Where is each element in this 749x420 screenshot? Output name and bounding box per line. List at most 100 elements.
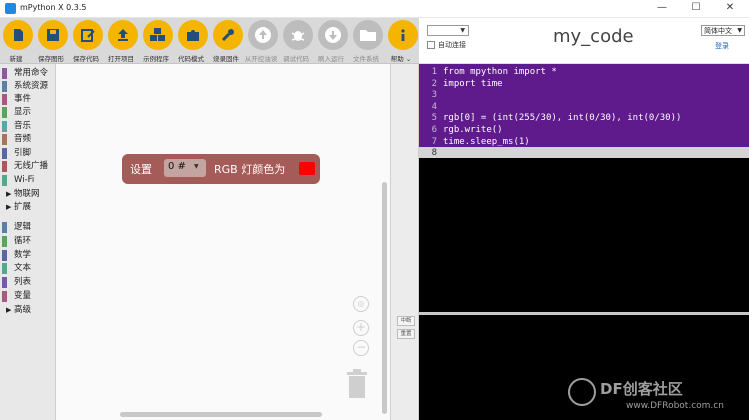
category-item[interactable]: 循环 <box>0 235 56 248</box>
category-label: 循环 <box>14 236 32 246</box>
code-text: from mpython import * <box>443 67 557 77</box>
category-item[interactable]: 列表 <box>0 276 56 289</box>
category-item[interactable]: 音乐 <box>0 120 56 133</box>
code-line[interactable]: 3 <box>419 89 749 101</box>
login-link[interactable]: 登录 <box>715 41 729 51</box>
flash-run-button[interactable]: 刷入运行 <box>315 20 351 64</box>
code-text: rgb[0] = (int(255/30), int(0/30), int(0/… <box>443 113 682 124</box>
save-graphic-button[interactable]: 保存图形 <box>35 20 71 64</box>
edit-code-icon <box>81 29 95 42</box>
save-code-button[interactable]: 保存代码 <box>70 20 106 64</box>
editor-empty-area[interactable] <box>419 158 749 312</box>
auto-connect-label: 自动连接 <box>438 41 466 49</box>
category-color-bar <box>2 94 7 105</box>
category-item[interactable]: 数学 <box>0 249 56 262</box>
code-line[interactable]: 4 <box>419 101 749 113</box>
checkbox-icon <box>427 41 435 49</box>
category-item[interactable]: 系统资源 <box>0 80 56 93</box>
category-item[interactable]: 引脚 <box>0 147 56 160</box>
category-color-bar <box>2 277 7 288</box>
category-label: 音乐 <box>14 121 32 131</box>
line-number: 1 <box>431 67 437 77</box>
category-label: 高级 <box>14 305 32 315</box>
line-number: 6 <box>431 125 437 135</box>
code-line[interactable]: 6 rgb.write() <box>419 124 749 136</box>
led-index-dropdown[interactable]: 0 # ▼ <box>164 159 206 177</box>
open-project-button[interactable]: 打开项目 <box>105 20 141 64</box>
port-select[interactable]: ▼ <box>427 25 469 36</box>
expand-triangle-icon: ▶ <box>6 203 12 211</box>
language-select[interactable]: 简体中文 ▼ <box>701 25 745 36</box>
wrench-icon <box>221 29 234 42</box>
category-color-bar <box>2 175 7 186</box>
debug-code-button[interactable]: 调试代码 <box>280 20 316 64</box>
line-number: 2 <box>431 78 437 89</box>
help-button[interactable]: 帮助 ⌄ <box>385 20 421 64</box>
code-line[interactable]: 1 from mpython import * <box>419 66 749 78</box>
recenter-icon[interactable]: ◎ <box>353 296 369 312</box>
blocks-workspace[interactable]: 设置 0 # ▼ RGB 灯颜色为 ◎ + − <box>56 64 390 420</box>
category-color-bar <box>2 222 7 233</box>
category-color-bar <box>2 134 7 145</box>
read-from-board-button[interactable]: 从开控油读 <box>245 20 281 64</box>
code-mode-button[interactable]: 代码模式 <box>175 20 211 64</box>
info-icon <box>401 29 405 41</box>
category-item[interactable]: 事件 <box>0 93 56 106</box>
zoom-in-icon[interactable]: + <box>353 320 369 336</box>
workspace-vertical-scrollbar[interactable] <box>382 182 387 414</box>
chevron-down-icon: ▼ <box>737 27 742 34</box>
category-color-bar <box>2 250 7 261</box>
upload-circle-icon <box>255 27 271 43</box>
minimize-button[interactable]: — <box>645 0 679 18</box>
category-item[interactable]: ▶ 物联网 <box>0 188 56 201</box>
new-button[interactable]: 新建 <box>0 20 36 64</box>
category-color-bar <box>2 81 7 92</box>
save-icon <box>47 29 59 41</box>
category-item[interactable]: 常用命令 <box>0 67 56 80</box>
category-item[interactable]: 逻辑 <box>0 221 56 234</box>
file-system-button[interactable]: 文件系统 <box>350 20 386 64</box>
category-item[interactable]: ▶ 扩展 <box>0 201 56 214</box>
category-item[interactable]: ▶ 高级 <box>0 304 56 317</box>
file-name[interactable]: my_code <box>553 26 634 47</box>
zoom-out-icon[interactable]: − <box>353 340 369 356</box>
editor-header: ▼ 自动连接 my_code 简体中文 ▼ 登录 <box>419 18 749 64</box>
category-item[interactable]: 变量 <box>0 290 56 303</box>
category-item[interactable]: 音频 <box>0 133 56 146</box>
expand-triangle-icon: ▶ <box>6 306 12 314</box>
reset-button[interactable]: 重置 <box>397 329 415 339</box>
code-editor[interactable]: 1 from mpython import * 2 import time 3 4 5 rgb… <box>419 64 749 160</box>
bug-icon <box>291 31 305 41</box>
category-item[interactable]: 文本 <box>0 262 56 275</box>
code-text: time.sleep_ms(1) <box>443 136 530 147</box>
examples-button[interactable]: 示例程序 <box>140 20 176 64</box>
code-line[interactable]: 5 rgb[0] = (int(255/30), int(0/30), int(0… <box>419 112 749 124</box>
category-item[interactable]: 无线广播 <box>0 160 56 173</box>
category-item[interactable]: Wi-Fi <box>0 174 56 187</box>
cubes-icon <box>150 28 165 41</box>
download-circle-icon <box>325 27 341 43</box>
category-label: 引脚 <box>14 148 32 158</box>
set-rgb-block[interactable]: 设置 0 # ▼ RGB 灯颜色为 <box>122 154 320 184</box>
upload-icon <box>118 29 128 41</box>
stop-button[interactable]: 中断 <box>397 316 415 326</box>
maximize-button[interactable]: ☐ <box>679 0 713 18</box>
color-swatch[interactable] <box>299 162 315 175</box>
code-text: import time <box>443 78 503 89</box>
category-label: 逻辑 <box>14 222 32 232</box>
trash-icon[interactable] <box>345 368 369 400</box>
code-line[interactable]: 2 import time <box>419 78 749 90</box>
block-set-label: 设置 <box>130 163 152 176</box>
panel-divider[interactable]: 中断 重置 <box>390 64 419 420</box>
auto-connect-checkbox[interactable]: 自动连接 <box>427 40 466 50</box>
chevron-down-icon: ▼ <box>194 163 199 170</box>
line-number: 7 <box>431 136 437 147</box>
category-color-bar <box>2 236 7 247</box>
title-bar: mPython X 0.3.5 — ☐ ✕ <box>0 0 749 18</box>
code-line[interactable]: 7 time.sleep_ms(1) <box>419 136 749 148</box>
flash-firmware-button[interactable]: 烧录固件 <box>210 20 246 64</box>
workspace-horizontal-scrollbar[interactable] <box>120 412 322 417</box>
category-item[interactable]: 显示 <box>0 106 56 119</box>
close-button[interactable]: ✕ <box>713 0 747 18</box>
category-color-bar <box>2 263 7 274</box>
